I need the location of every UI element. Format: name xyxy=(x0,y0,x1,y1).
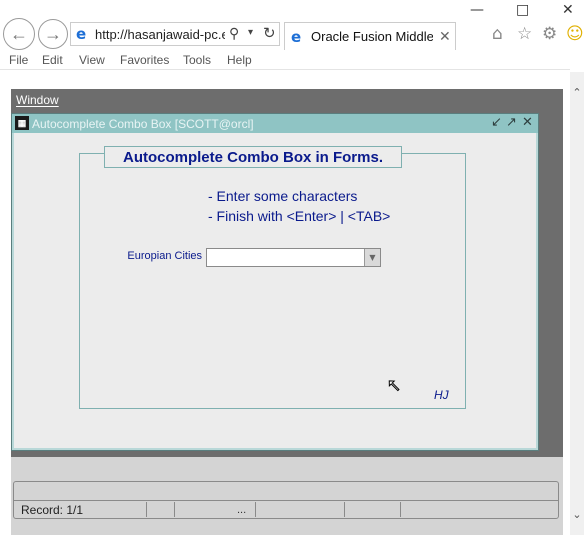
city-combo-box[interactable] xyxy=(206,248,381,267)
author-signature: HJ xyxy=(434,388,449,402)
form-maximize-icon[interactable]: ↗ xyxy=(506,115,517,130)
status-divider xyxy=(13,500,559,501)
home-icon[interactable]: ⌂ xyxy=(492,24,503,44)
forward-button[interactable]: → xyxy=(38,19,68,49)
smiley-feedback-icon[interactable]: ☺ xyxy=(566,24,584,44)
scroll-down-icon[interactable]: ⌄ xyxy=(570,508,584,521)
mouse-pointer-icon: ⭦ xyxy=(388,376,401,398)
status-separator xyxy=(400,502,401,517)
status-separator xyxy=(174,502,175,517)
scroll-up-icon[interactable]: ⌃ xyxy=(570,86,584,99)
dropdown-icon[interactable]: ▾ xyxy=(248,27,253,38)
menu-favorites[interactable]: Favorites xyxy=(120,53,169,67)
menu-view[interactable]: View xyxy=(79,53,105,67)
tab-title: Oracle Fusion Middle... xyxy=(311,29,433,44)
refresh-icon[interactable]: ↻ xyxy=(263,24,276,42)
form-window-title: Autocomplete Combo Box [SCOTT@orcl] xyxy=(32,117,254,131)
search-icon[interactable]: ⚲ xyxy=(229,25,239,42)
minimize-icon[interactable]: — xyxy=(470,2,484,18)
status-separator xyxy=(146,502,147,517)
menu-file[interactable]: File xyxy=(9,53,28,67)
browser-menubar: File Edit View Favorites Tools Help xyxy=(0,52,570,70)
city-label: Europian Cities xyxy=(127,250,202,262)
menu-tools[interactable]: Tools xyxy=(183,53,211,67)
frame-title: Autocomplete Combo Box in Forms. xyxy=(104,146,402,168)
status-ellipsis: ... xyxy=(237,504,247,516)
tab-ie-icon: e xyxy=(291,28,302,46)
ie-page-icon: e xyxy=(76,25,87,43)
form-window-titlebar[interactable]: Autocomplete Combo Box [SCOTT@orcl] xyxy=(12,114,538,133)
tab-close-icon[interactable]: ✕ xyxy=(439,28,451,45)
combo-dropdown-icon[interactable]: ▼ xyxy=(364,249,380,266)
back-arrow-icon: ← xyxy=(10,23,28,44)
settings-gear-icon[interactable]: ⚙ xyxy=(542,24,557,44)
favorites-star-icon[interactable]: ☆ xyxy=(517,24,532,44)
status-separator xyxy=(255,502,256,517)
forms-app-icon: ▦ xyxy=(15,116,29,130)
forms-menubar: Window xyxy=(11,89,563,111)
forward-arrow-icon: → xyxy=(44,23,62,44)
maximize-icon[interactable]: □ xyxy=(516,2,529,18)
status-separator xyxy=(344,502,345,517)
form-minimize-icon[interactable]: ↙ xyxy=(491,115,502,130)
address-url: http://hasanjawaid-pc.e xyxy=(95,26,225,42)
menu-help[interactable]: Help xyxy=(227,53,252,67)
browser-tab[interactable]: e Oracle Fusion Middle... ✕ xyxy=(284,22,456,50)
close-window-icon[interactable]: ✕ xyxy=(562,2,574,18)
hint-line-2: - Finish with <Enter> | <TAB> xyxy=(208,208,391,224)
menu-window[interactable]: Window xyxy=(16,93,59,107)
menu-edit[interactable]: Edit xyxy=(42,53,63,67)
hint-line-1: - Enter some characters xyxy=(208,188,358,204)
back-button[interactable]: ← xyxy=(3,18,35,50)
page-scrollbar[interactable]: ⌃ ⌄ xyxy=(570,72,584,535)
record-indicator: Record: 1/1 xyxy=(21,503,84,517)
form-close-icon[interactable]: ✕ xyxy=(522,115,533,130)
address-bar[interactable]: e http://hasanjawaid-pc.e ⚲ ▾ ↻ xyxy=(70,22,280,46)
